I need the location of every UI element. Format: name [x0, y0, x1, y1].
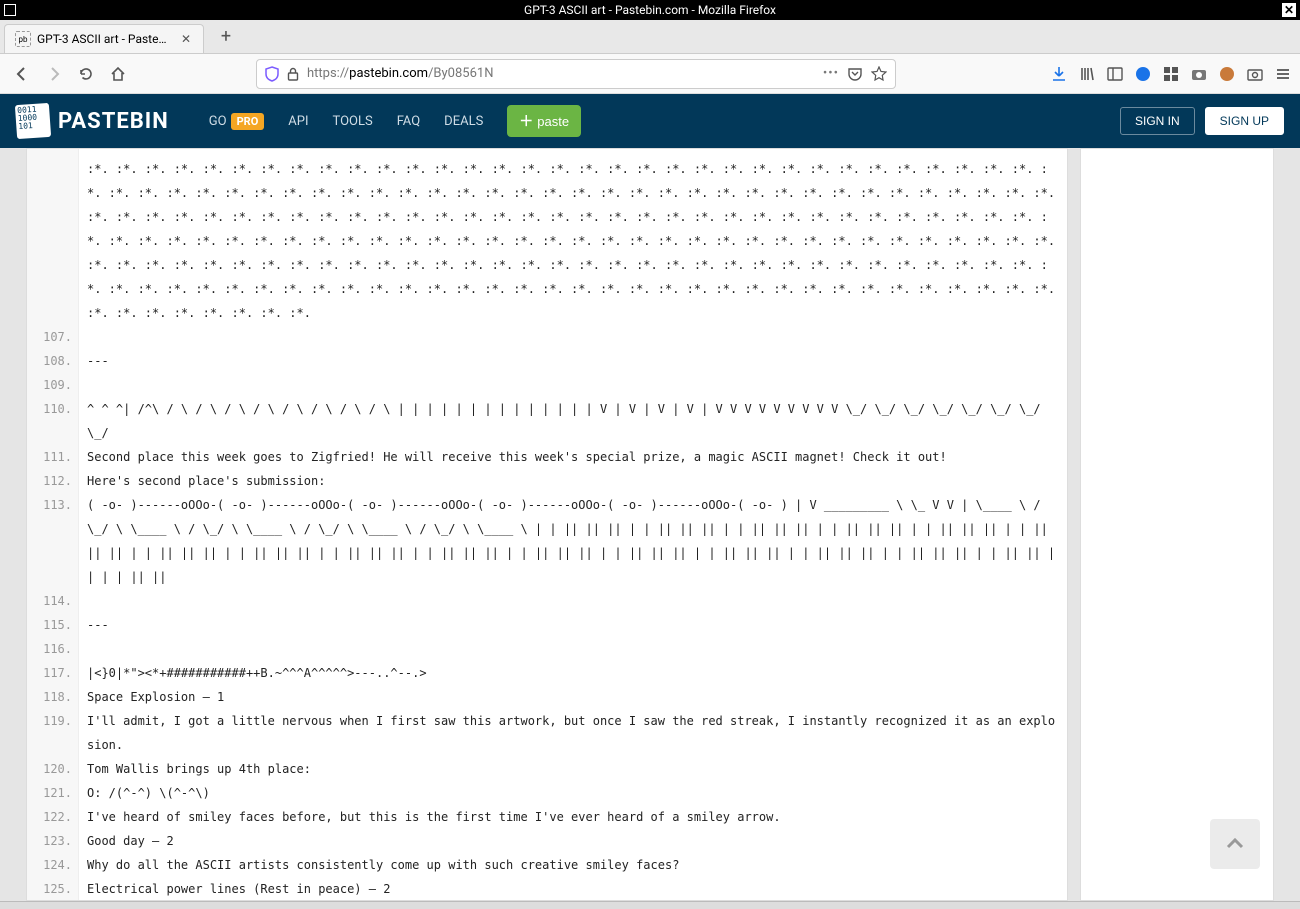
code-line: --- — [87, 349, 1059, 373]
tab-close-icon[interactable]: ✕ — [179, 32, 193, 46]
forward-button[interactable] — [40, 60, 68, 88]
browser-statusbar — [0, 901, 1300, 909]
site-header: 0011 1000 101 PASTEBIN GO PRO API TOOLS … — [0, 94, 1300, 148]
line-number: 108. — [27, 349, 78, 373]
library-icon[interactable] — [1078, 65, 1096, 83]
nav-api[interactable]: API — [288, 114, 308, 129]
line-number: 124. — [27, 853, 78, 877]
new-tab-button[interactable]: + — [212, 23, 240, 51]
line-number: 123. — [27, 829, 78, 853]
line-number: 119. — [27, 709, 78, 757]
pocket-icon[interactable] — [847, 66, 863, 82]
scroll-to-top-button[interactable] — [1210, 819, 1260, 869]
line-number: 115. — [27, 613, 78, 637]
bookmark-star-icon[interactable] — [871, 66, 887, 82]
code-line — [87, 373, 1059, 397]
extension-camera-icon[interactable] — [1190, 65, 1208, 83]
back-button[interactable] — [8, 60, 36, 88]
sign-in-button[interactable]: SIGN IN — [1120, 107, 1195, 135]
line-number: 116. — [27, 637, 78, 661]
line-number: 120. — [27, 757, 78, 781]
toolbar-right-icons — [1050, 65, 1292, 83]
nav-tools[interactable]: TOOLS — [333, 114, 373, 129]
page-actions-icon[interactable]: ••• — [823, 66, 839, 81]
code-line: Good day – 2 — [87, 829, 1059, 853]
code-line: Tom Wallis brings up 4th place: — [87, 757, 1059, 781]
extension-monkey-icon[interactable] — [1218, 65, 1236, 83]
downloads-icon[interactable] — [1050, 65, 1068, 83]
extension-blue-icon[interactable] — [1134, 65, 1152, 83]
lock-icon[interactable] — [287, 67, 299, 81]
line-number: 122. — [27, 805, 78, 829]
sidebar-panel — [1080, 148, 1274, 901]
pro-badge: PRO — [231, 113, 265, 130]
code-line: Why do all the ASCII artists consistentl… — [87, 853, 1059, 877]
pastebin-favicon-icon: pb — [15, 31, 31, 47]
window-close-icon[interactable]: ✕ — [1282, 3, 1296, 17]
home-button[interactable] — [104, 60, 132, 88]
code-line — [87, 589, 1059, 613]
url-text: https://pastebin.com/By08561N — [307, 66, 815, 81]
line-number: 109. — [27, 373, 78, 397]
code-line: I'll admit, I got a little nervous when … — [87, 709, 1059, 757]
logo-icon: 0011 1000 101 — [15, 103, 51, 139]
window-title: GPT-3 ASCII art - Pastebin.com - Mozilla… — [524, 3, 776, 17]
code-line — [87, 637, 1059, 661]
tab-title: GPT-3 ASCII art - Pastebin... — [37, 32, 173, 46]
code-line: ^ ^ ^| /^\ / \ / \ / \ / \ / \ / \ / \ /… — [87, 397, 1059, 445]
new-paste-button[interactable]: ＋ paste — [507, 105, 581, 137]
nav-deals[interactable]: DEALS — [444, 114, 483, 129]
line-number: 125. — [27, 877, 78, 901]
nav-go-pro[interactable]: GO PRO — [209, 113, 265, 130]
url-bar[interactable]: https://pastebin.com/By08561N ••• — [256, 59, 896, 89]
code-line: |<}0|*"><*+###########++B.~^^^A^^^^^>---… — [87, 661, 1059, 685]
page-body: 107.108.109.110.111.112.113.114.115.116.… — [0, 148, 1300, 901]
line-number: 111. — [27, 445, 78, 469]
line-number: 114. — [27, 589, 78, 613]
code-line: --- — [87, 613, 1059, 637]
sidebar-icon[interactable] — [1106, 65, 1124, 83]
line-number: 107. — [27, 325, 78, 349]
plus-icon: ＋ — [519, 111, 533, 131]
code-line: Second place this week goes to Zigfried!… — [87, 445, 1059, 469]
screenshot-icon[interactable] — [1246, 65, 1264, 83]
line-number: 121. — [27, 781, 78, 805]
line-number: 118. — [27, 685, 78, 709]
browser-tab[interactable]: pb GPT-3 ASCII art - Pastebin... ✕ — [4, 24, 204, 53]
tracking-shield-icon[interactable] — [265, 66, 279, 82]
browser-toolbar: https://pastebin.com/By08561N ••• — [0, 54, 1300, 94]
site-nav: GO PRO API TOOLS FAQ DEALS ＋ paste — [209, 105, 581, 137]
code-line: :*. :*. :*. :*. :*. :*. :*. :*. :*. :*. … — [87, 157, 1059, 325]
code-line: Electrical power lines (Rest in peace) –… — [87, 877, 1059, 900]
line-number: 113. — [27, 493, 78, 589]
nav-faq[interactable]: FAQ — [397, 114, 420, 129]
reload-button[interactable] — [72, 60, 100, 88]
code-line: O: /(^-^) \(^-^\) — [87, 781, 1059, 805]
sign-up-button[interactable]: SIGN UP — [1205, 107, 1284, 135]
extension-grid-icon[interactable] — [1162, 65, 1180, 83]
code-line — [87, 325, 1059, 349]
paste-panel: 107.108.109.110.111.112.113.114.115.116.… — [26, 148, 1068, 901]
code-line: Here's second place's submission: — [87, 469, 1059, 493]
app-menu-icon[interactable] — [1274, 65, 1292, 83]
line-number — [27, 157, 78, 325]
logo-text: PASTEBIN — [58, 109, 169, 134]
line-number: 112. — [27, 469, 78, 493]
window-titlebar: GPT-3 ASCII art - Pastebin.com - Mozilla… — [0, 0, 1300, 20]
code-line: Space Explosion – 1 — [87, 685, 1059, 709]
line-number: 110. — [27, 397, 78, 445]
code-line: I've heard of smiley faces before, but t… — [87, 805, 1059, 829]
line-number: 117. — [27, 661, 78, 685]
paste-content[interactable]: :*. :*. :*. :*. :*. :*. :*. :*. :*. :*. … — [79, 149, 1067, 900]
tab-strip: pb GPT-3 ASCII art - Pastebin... ✕ + — [0, 20, 1300, 54]
window-restore-icon[interactable] — [4, 4, 16, 16]
line-gutter: 107.108.109.110.111.112.113.114.115.116.… — [27, 149, 79, 900]
site-logo[interactable]: 0011 1000 101 PASTEBIN — [16, 104, 169, 138]
code-line: ( -o- )------oOOo-( -o- )------oOOo-( -o… — [87, 493, 1059, 589]
